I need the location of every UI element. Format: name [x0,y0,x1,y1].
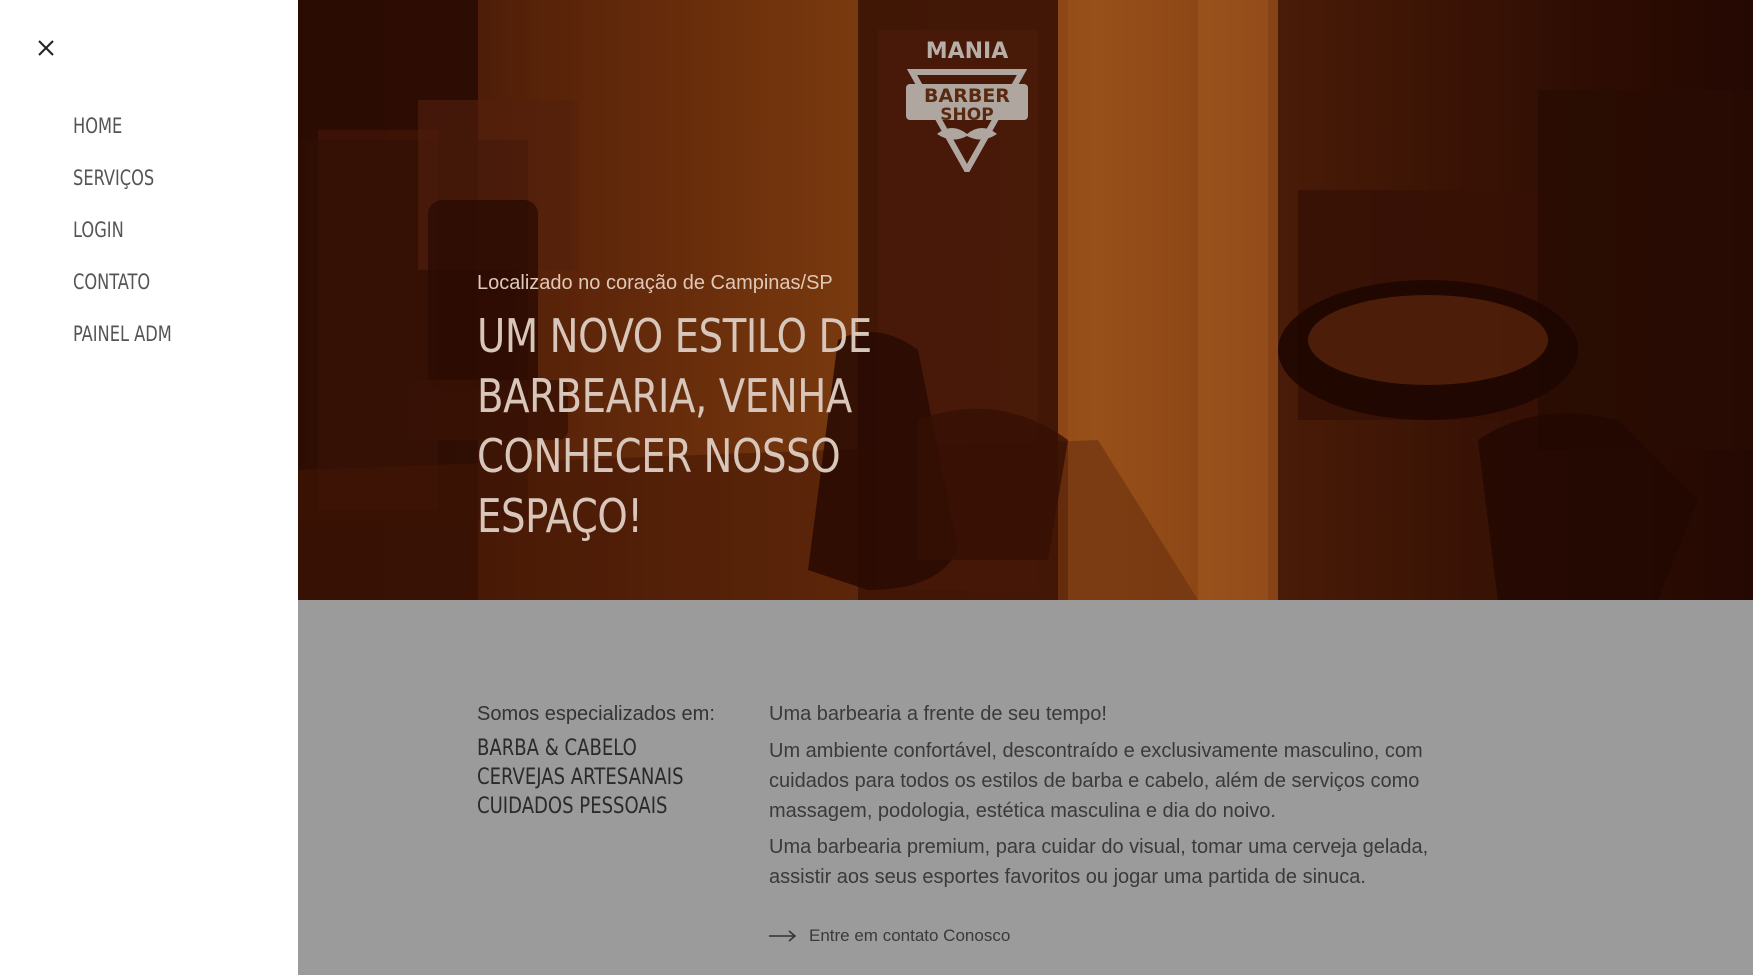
close-icon[interactable] [34,36,58,60]
specialty-item: CUIDADOS PESSOAIS [477,794,668,819]
nav-item-servicos[interactable]: SERVIÇOS [73,158,172,210]
specialties-list: BARBA & CABELO CERVEJAS ARTESANAIS CUIDA… [477,734,729,821]
nav-item-login[interactable]: LOGIN [73,210,172,262]
arrow-right-icon [769,930,797,942]
hero-banner: MANIA BARBER SHOP Localizado no coração … [298,0,1753,600]
specialty-item: CERVEJAS ARTESANAIS [477,765,684,790]
contact-link[interactable]: Entre em contato Conosco [769,926,1010,946]
nav-item-contato[interactable]: CONTATO [73,262,172,314]
svg-text:SHOP: SHOP [940,105,993,125]
about-lead: Uma barbearia a frente de seu tempo! [769,703,1107,725]
specialized-label: Somos especializados em: [477,703,715,725]
hero-title: UM NOVO ESTILO DE BARBEARIA, VENHA CONHE… [477,309,872,543]
nav-item-painel-adm[interactable]: PAINEL ADM [73,314,172,366]
specialty-item: BARBA & CABELO [477,736,637,761]
about-section: Somos especializados em: BARBA & CABELO … [298,600,1753,975]
about-text: Uma barbearia a frente de seu tempo! Um … [769,703,1429,898]
about-paragraph-2: Uma barbearia premium, para cuidar do vi… [769,836,1429,888]
contact-link-label: Entre em contato Conosco [809,926,1011,945]
svg-text:BARBER: BARBER [924,85,1010,107]
nav-item-home[interactable]: HOME [73,106,172,158]
mania-barber-shop-logo: MANIA BARBER SHOP [906,39,1028,172]
about-paragraph-1: Um ambiente confortável, descontraído e … [769,740,1423,822]
hero-subtitle: Localizado no coração de Campinas/SP [477,272,833,294]
svg-text:MANIA: MANIA [926,39,1009,64]
sidebar-menu: HOME SERVIÇOS LOGIN CONTATO PAINEL ADM [0,0,298,975]
sidebar-nav: HOME SERVIÇOS LOGIN CONTATO PAINEL ADM [73,106,188,366]
